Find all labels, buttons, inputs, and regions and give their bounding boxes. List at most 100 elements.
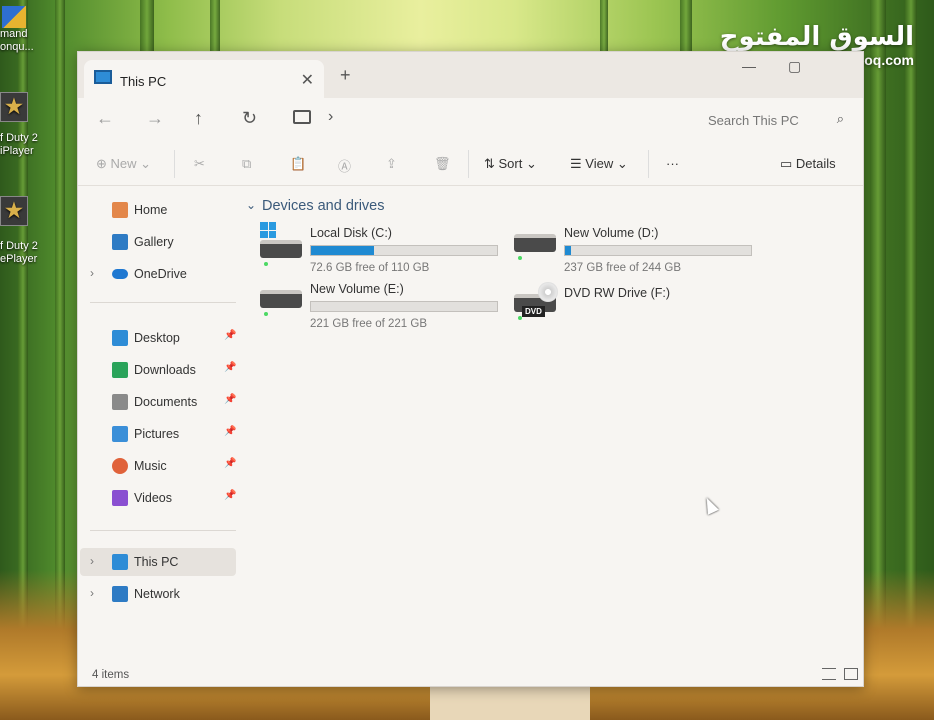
search-input[interactable]: Search This PC ⌕ bbox=[698, 106, 848, 134]
forward-button[interactable]: → bbox=[146, 108, 164, 129]
drive-usage-bar bbox=[310, 301, 498, 312]
desktop-shortcut-label: ePlayer bbox=[0, 253, 38, 265]
drive-free-space: 221 GB free of 221 GB bbox=[310, 318, 427, 330]
sidebar-item-videos[interactable]: Videos 📌 bbox=[90, 484, 236, 512]
sidebar-item-network[interactable]: › Network bbox=[90, 580, 236, 608]
address-pc-icon[interactable] bbox=[293, 110, 311, 124]
sidebar-item-gallery[interactable]: Gallery bbox=[90, 228, 236, 256]
details-label: Details bbox=[795, 156, 836, 171]
delete-icon[interactable]: 🗑 bbox=[434, 156, 451, 172]
sidebar-item-label: Documents bbox=[134, 395, 198, 409]
sidebar-item-label: OneDrive bbox=[134, 267, 187, 281]
sidebar-item-music[interactable]: Music 📌 bbox=[90, 452, 236, 480]
chevron-down-icon[interactable]: ⌄ bbox=[246, 198, 256, 212]
title-bar: This PC ✕ + — ▢ bbox=[78, 52, 863, 98]
navigation-pane: Home Gallery › OneDrive Desktop 📌 Downlo… bbox=[78, 186, 238, 666]
sidebar-item-this-pc[interactable]: › This PC bbox=[80, 548, 236, 576]
chevron-right-icon[interactable]: › bbox=[90, 266, 94, 280]
pin-icon[interactable]: 📌 bbox=[224, 362, 236, 373]
new-tab-button[interactable]: + bbox=[340, 65, 351, 86]
pin-icon[interactable]: 📌 bbox=[224, 330, 236, 341]
desktop-shortcut-label: f Duty 2 bbox=[0, 132, 38, 144]
details-view-icon[interactable] bbox=[822, 668, 836, 680]
home-icon bbox=[112, 202, 128, 218]
desktop-shortcut-3[interactable]: ★ f Duty 2 ePlayer bbox=[0, 196, 44, 266]
pin-icon[interactable]: 📌 bbox=[224, 490, 236, 501]
item-count: 4 items bbox=[92, 669, 130, 681]
view-button[interactable]: ☰ View ⌄ bbox=[570, 156, 628, 172]
toolbar-divider bbox=[648, 150, 649, 178]
drive-name: New Volume (E:) bbox=[310, 282, 404, 296]
refresh-button[interactable]: ↻ bbox=[242, 108, 257, 129]
close-tab-icon[interactable]: ✕ bbox=[301, 70, 314, 90]
shield-icon bbox=[2, 6, 26, 28]
paste-icon[interactable]: 📋 bbox=[290, 156, 306, 172]
sidebar-item-label: Music bbox=[134, 459, 167, 473]
this-pc-icon bbox=[112, 554, 128, 570]
desktop-shortcut-2[interactable]: ★ f Duty 2 iPlayer bbox=[0, 92, 44, 158]
search-icon[interactable]: ⌕ bbox=[837, 111, 844, 127]
back-button[interactable]: ← bbox=[96, 108, 114, 129]
cod2-icon: ★ bbox=[0, 196, 28, 226]
maximize-button[interactable]: ▢ bbox=[788, 58, 801, 75]
drive-usage-fill bbox=[311, 246, 375, 255]
share-icon[interactable]: ⇪ bbox=[386, 156, 397, 172]
details-button[interactable]: ▭ Details bbox=[780, 156, 836, 172]
tiles-view-icon[interactable] bbox=[844, 668, 858, 680]
disc-icon bbox=[538, 282, 558, 302]
onedrive-icon bbox=[112, 269, 128, 279]
sidebar-divider bbox=[90, 302, 236, 303]
network-icon bbox=[112, 586, 128, 602]
gallery-icon bbox=[112, 234, 128, 250]
sidebar-item-desktop[interactable]: Desktop 📌 bbox=[90, 324, 236, 352]
desktop-shortcut-1[interactable]: mand onqu... bbox=[0, 6, 44, 54]
sidebar-item-label: Pictures bbox=[134, 427, 180, 441]
drive-c[interactable]: Local Disk (C:) 72.6 GB free of 110 GB bbox=[260, 222, 510, 276]
sidebar-item-pictures[interactable]: Pictures 📌 bbox=[90, 420, 236, 448]
content-pane: ⌄ Devices and drives Local Disk (C:) 72.… bbox=[238, 186, 863, 666]
rename-icon[interactable]: Ⓐ bbox=[338, 156, 351, 175]
sidebar-item-home[interactable]: Home bbox=[90, 196, 236, 224]
sidebar-item-label: Videos bbox=[134, 491, 172, 505]
drive-e[interactable]: New Volume (E:) 221 GB free of 221 GB bbox=[260, 282, 510, 332]
desktop-shortcut-label: iPlayer bbox=[0, 145, 34, 157]
drive-f[interactable]: DVD DVD RW Drive (F:) bbox=[514, 282, 764, 336]
new-button[interactable]: ⊕ New ⌄ bbox=[96, 156, 151, 172]
drive-name: Local Disk (C:) bbox=[310, 226, 392, 240]
pin-icon[interactable]: 📌 bbox=[224, 426, 236, 437]
sort-label: Sort bbox=[498, 156, 523, 171]
sidebar-item-documents[interactable]: Documents 📌 bbox=[90, 388, 236, 416]
copy-icon[interactable]: ⧉ bbox=[242, 156, 251, 172]
more-options-button[interactable]: ··· bbox=[666, 156, 679, 171]
file-explorer-window: This PC ✕ + — ▢ ← → ↑ ↻ › Search This PC… bbox=[77, 51, 864, 687]
sort-button[interactable]: ⇅ Sort ⌄ bbox=[484, 156, 537, 172]
dvd-badge: DVD bbox=[522, 306, 545, 317]
sidebar-item-label: Network bbox=[134, 587, 180, 601]
videos-icon bbox=[112, 490, 128, 506]
navigation-bar: ← → ↑ ↻ › Search This PC ⌕ bbox=[78, 98, 863, 142]
sidebar-item-downloads[interactable]: Downloads 📌 bbox=[90, 356, 236, 384]
sidebar-item-onedrive[interactable]: › OneDrive bbox=[90, 260, 236, 288]
drive-d[interactable]: New Volume (D:) 237 GB free of 244 GB bbox=[514, 226, 764, 276]
up-button[interactable]: ↑ bbox=[194, 108, 203, 129]
section-title[interactable]: Devices and drives bbox=[262, 198, 385, 214]
breadcrumb-chevron-icon[interactable]: › bbox=[328, 108, 333, 126]
minimize-button[interactable]: — bbox=[742, 58, 756, 74]
chevron-right-icon[interactable]: › bbox=[90, 586, 94, 600]
desktop-shortcut-label: onqu... bbox=[0, 41, 34, 53]
drive-usage-bar bbox=[310, 245, 498, 256]
tab-this-pc[interactable]: This PC ✕ bbox=[84, 60, 324, 98]
sidebar-divider bbox=[90, 530, 236, 531]
cut-icon[interactable]: ✂ bbox=[194, 156, 205, 172]
drive-name: DVD RW Drive (F:) bbox=[564, 286, 671, 300]
downloads-icon bbox=[112, 362, 128, 378]
search-placeholder: Search This PC bbox=[708, 113, 799, 128]
pin-icon[interactable]: 📌 bbox=[224, 458, 236, 469]
desktop-shortcut-label: f Duty 2 bbox=[0, 240, 38, 252]
documents-icon bbox=[112, 394, 128, 410]
status-bar: 4 items bbox=[78, 664, 863, 686]
pin-icon[interactable]: 📌 bbox=[224, 394, 236, 405]
chevron-right-icon[interactable]: › bbox=[90, 554, 94, 568]
tab-title: This PC bbox=[120, 74, 167, 89]
music-icon bbox=[112, 458, 128, 474]
